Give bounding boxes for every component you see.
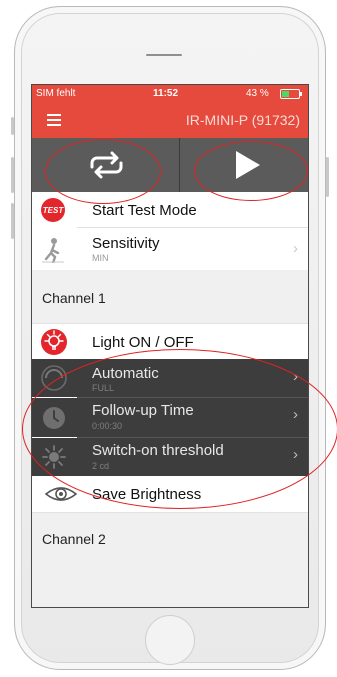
repeat-icon bbox=[90, 151, 123, 179]
status-bar: SIM fehlt 11:52 43 % bbox=[32, 85, 308, 102]
mute-switch bbox=[11, 117, 14, 135]
save-brightness-row[interactable]: Save Brightness bbox=[32, 476, 308, 512]
home-button[interactable] bbox=[145, 615, 195, 665]
follow-up-time-label: Follow-up Time bbox=[92, 402, 194, 419]
repeat-button[interactable] bbox=[32, 138, 179, 192]
sun-icon bbox=[42, 445, 66, 469]
sensitivity-value: MIN bbox=[92, 253, 109, 263]
follow-up-time-value: 0:00:30 bbox=[92, 421, 123, 431]
light-on-off-label: Light ON / OFF bbox=[92, 334, 194, 351]
svg-text:TEST: TEST bbox=[43, 206, 65, 215]
sensitivity-label: Sensitivity bbox=[92, 235, 160, 252]
channel-1-section-header: Channel 1 bbox=[32, 270, 308, 323]
start-test-mode-label: Start Test Mode bbox=[92, 202, 197, 219]
chevron-right-icon: › bbox=[293, 240, 298, 257]
hamburger-icon[interactable] bbox=[47, 114, 61, 126]
switch-on-threshold-label: Switch-on threshold bbox=[92, 442, 224, 459]
eye-icon bbox=[44, 487, 78, 501]
light-on-off-row[interactable]: Light ON / OFF bbox=[32, 323, 308, 360]
volume-down-button bbox=[11, 203, 14, 239]
chevron-right-icon: › bbox=[293, 446, 298, 463]
action-toolbar bbox=[32, 138, 308, 192]
automatic-row[interactable]: Automatic FULL › bbox=[32, 359, 308, 397]
walking-person-icon bbox=[42, 238, 64, 263]
chevron-right-icon: › bbox=[293, 368, 298, 385]
channel-1-label: Channel 1 bbox=[42, 290, 106, 306]
bulb-icon bbox=[41, 329, 67, 355]
battery-text: 43 % bbox=[246, 88, 269, 99]
switch-on-threshold-row[interactable]: Switch-on threshold 2 cd › bbox=[32, 438, 308, 476]
channel-2-label: Channel 2 bbox=[42, 531, 106, 547]
automatic-value: FULL bbox=[92, 383, 115, 393]
play-icon bbox=[236, 151, 260, 179]
carrier-text: SIM fehlt bbox=[36, 88, 76, 99]
battery-icon bbox=[280, 89, 302, 99]
start-test-mode-row[interactable]: TEST Start Test Mode bbox=[32, 192, 308, 227]
sensitivity-row[interactable]: Sensitivity MIN › bbox=[32, 228, 308, 270]
switch-on-threshold-value: 2 cd bbox=[92, 461, 110, 471]
test-badge-icon: TEST bbox=[41, 198, 65, 222]
device-title: IR-MINI-P (91732) bbox=[185, 112, 300, 128]
chevron-right-icon: › bbox=[293, 406, 298, 423]
save-brightness-label: Save Brightness bbox=[92, 486, 202, 503]
automatic-label: Automatic bbox=[92, 365, 159, 382]
navigation-bar: IR-MINI-P (91732) bbox=[32, 102, 308, 138]
earpiece-speaker bbox=[146, 54, 182, 56]
power-button bbox=[326, 157, 329, 197]
volume-up-button bbox=[11, 157, 14, 193]
follow-up-time-row[interactable]: Follow-up Time 0:00:30 › bbox=[32, 398, 308, 437]
clock-text: 11:52 bbox=[153, 88, 179, 99]
auto-icon bbox=[41, 365, 67, 391]
play-button[interactable] bbox=[180, 138, 308, 192]
clock-icon bbox=[43, 407, 65, 429]
app-screen: SIM fehlt 11:52 43 % IR-MINI-P (91732) T… bbox=[31, 84, 309, 608]
channel-2-section-header: Channel 2 bbox=[32, 512, 308, 607]
